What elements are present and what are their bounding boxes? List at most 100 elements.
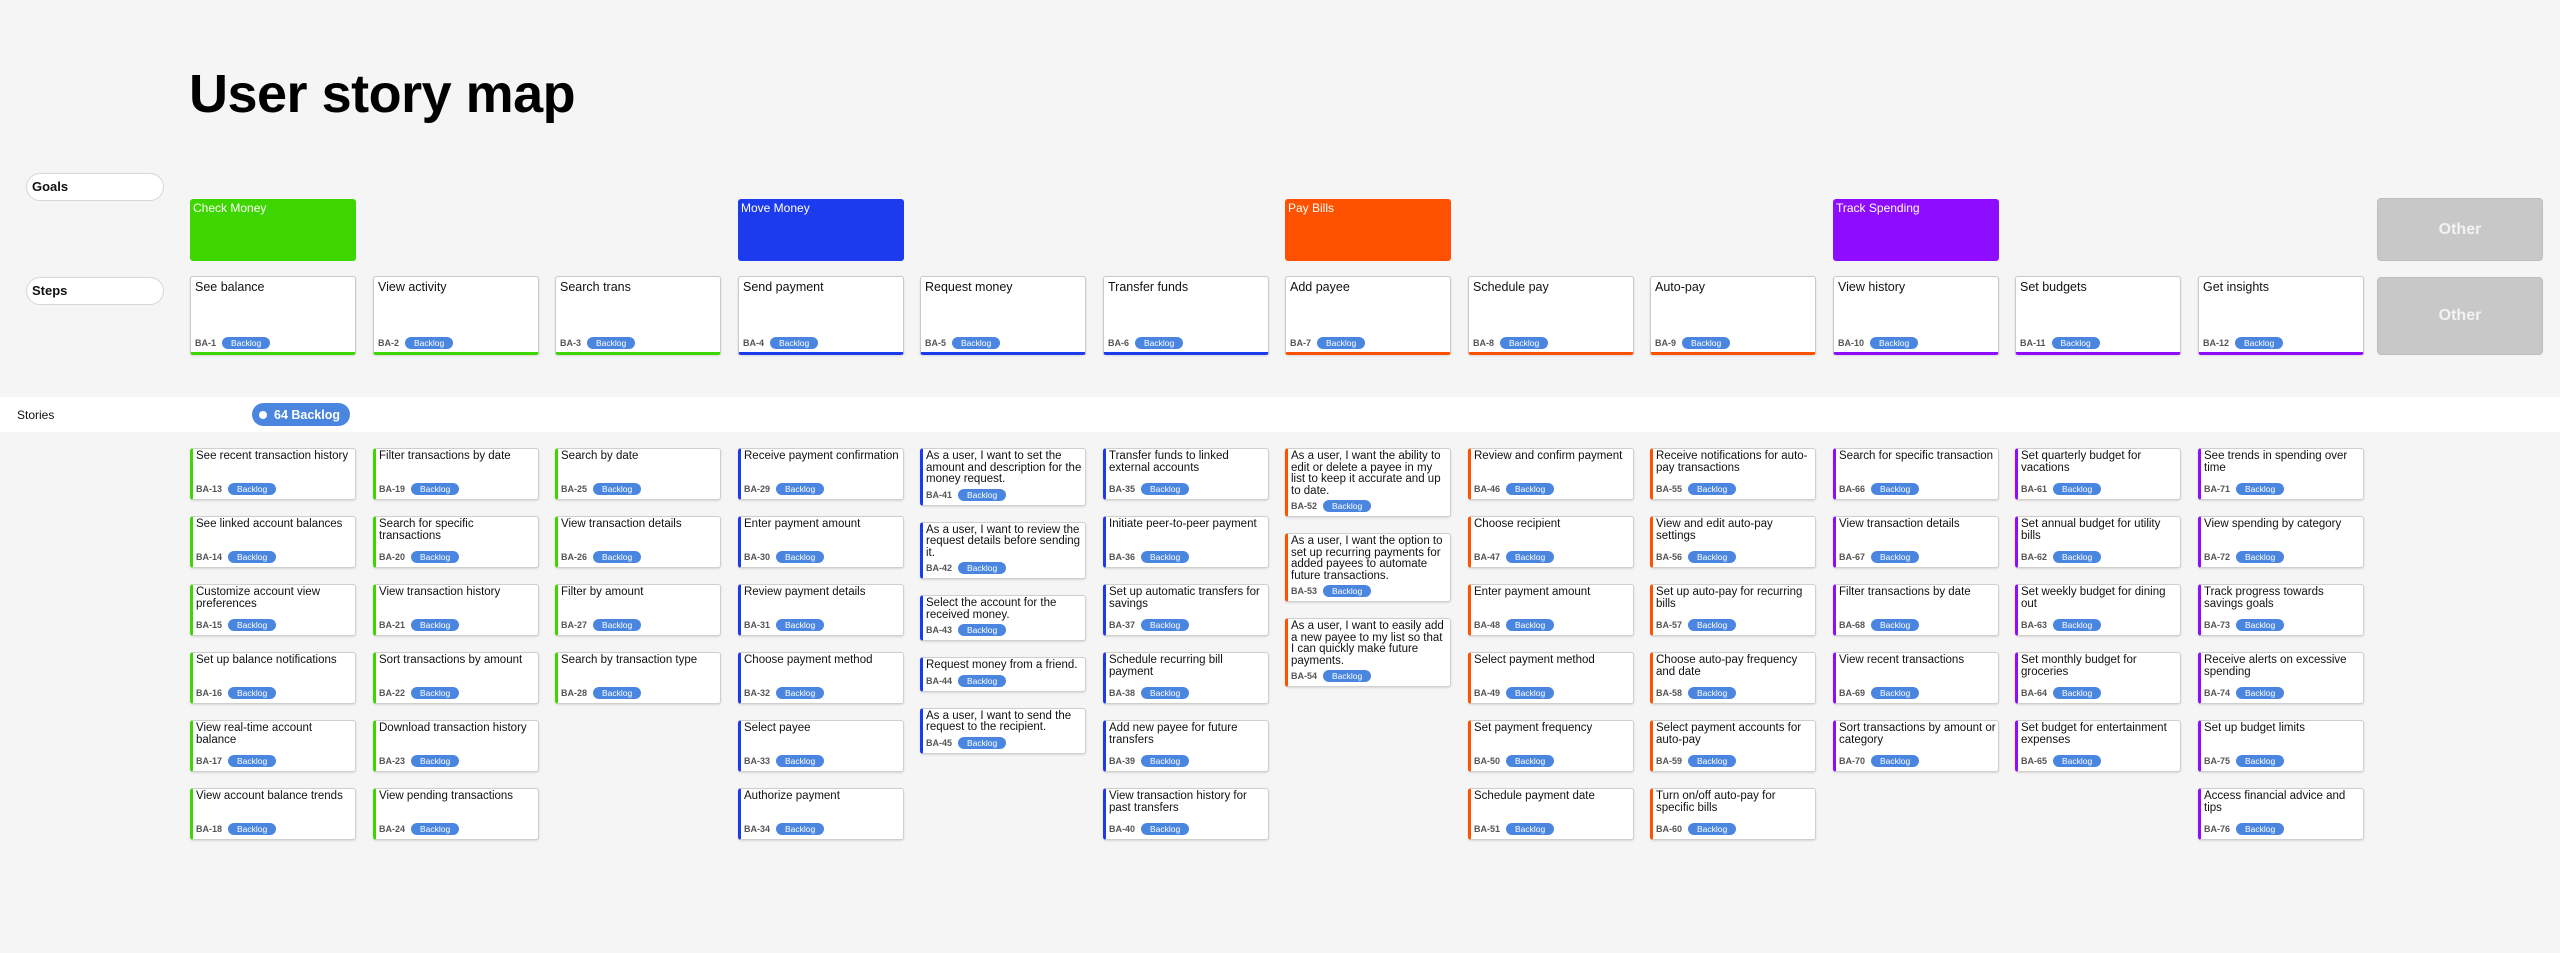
status-badge[interactable]: Backlog (1141, 687, 1190, 699)
goal-card[interactable]: Move Money (738, 199, 904, 261)
status-badge[interactable]: Backlog (411, 551, 460, 563)
story-card[interactable]: As a user, I want to easily add a new pa… (1285, 618, 1451, 687)
status-badge[interactable]: Backlog (1323, 585, 1372, 597)
story-card[interactable]: Receive notifications for auto-pay trans… (1650, 448, 1816, 500)
status-badge[interactable]: Backlog (1682, 337, 1731, 349)
story-card[interactable]: View transaction history for past transf… (1103, 788, 1269, 840)
step-card[interactable]: Add payee BA-7 Backlog (1285, 276, 1451, 355)
status-badge[interactable]: Backlog (228, 483, 277, 495)
status-badge[interactable]: Backlog (1323, 500, 1372, 512)
status-badge[interactable]: Backlog (776, 551, 825, 563)
story-card[interactable]: View real-time account balance BA-17 Backl… (190, 720, 356, 772)
status-badge[interactable]: Backlog (952, 337, 1001, 349)
story-card[interactable]: View recent transactions BA-69 Backlog (1833, 652, 1999, 704)
status-badge[interactable]: Backlog (958, 624, 1007, 636)
status-badge[interactable]: Backlog (411, 823, 460, 835)
story-card[interactable]: View transaction details BA-67 Backlog (1833, 516, 1999, 568)
status-badge[interactable]: Backlog (222, 337, 271, 349)
status-badge[interactable]: Backlog (1688, 823, 1737, 835)
status-badge[interactable]: Backlog (776, 755, 825, 767)
story-card[interactable]: Select payee BA-33 Backlog (738, 720, 904, 772)
status-badge[interactable]: Backlog (1141, 551, 1190, 563)
step-card[interactable]: See balance BA-1 Backlog (190, 276, 356, 355)
story-card[interactable]: Filter transactions by date BA-68 Backlog (1833, 584, 1999, 636)
story-card[interactable]: Request money from a friend. BA-44 Backlog (920, 657, 1086, 692)
story-card[interactable]: Sort transactions by amount BA-22 Backlog (373, 652, 539, 704)
story-card[interactable]: Add new payee for future transfers BA-39 B… (1103, 720, 1269, 772)
story-card[interactable]: Set up auto-pay for recurring bills BA-57… (1650, 584, 1816, 636)
story-card[interactable]: Set up balance notifications BA-16 Backlog (190, 652, 356, 704)
status-badge[interactable]: Backlog (2236, 823, 2285, 835)
story-card[interactable]: As a user, I want to set the amount and … (920, 448, 1086, 506)
story-card[interactable]: Choose auto-pay frequency and date BA-58 B… (1650, 652, 1816, 704)
status-badge[interactable]: Backlog (2051, 337, 2100, 349)
story-card[interactable]: Filter by amount BA-27 Backlog (555, 584, 721, 636)
step-card[interactable]: Schedule pay BA-8 Backlog (1468, 276, 1634, 355)
status-badge[interactable]: Backlog (2053, 619, 2102, 631)
story-card[interactable]: Track progress towards savings goals BA-7… (2198, 584, 2364, 636)
story-card[interactable]: Initiate peer-to-peer payment BA-36 Backlo… (1103, 516, 1269, 568)
story-card[interactable]: As a user, I want the ability to edit or… (1285, 448, 1451, 517)
goal-card[interactable]: Check Money (190, 199, 356, 261)
status-badge[interactable]: Backlog (228, 551, 277, 563)
status-badge[interactable]: Backlog (2053, 551, 2102, 563)
status-badge[interactable]: Backlog (770, 337, 819, 349)
status-badge[interactable]: Backlog (1323, 670, 1372, 682)
status-badge[interactable]: Backlog (1688, 619, 1737, 631)
story-card[interactable]: Customize account view preferences BA-15 B… (190, 584, 356, 636)
story-card[interactable]: Search by date BA-25 Backlog (555, 448, 721, 500)
status-badge[interactable]: Backlog (1141, 619, 1190, 631)
story-card[interactable]: Set up budget limits BA-75 Backlog (2198, 720, 2364, 772)
status-badge[interactable]: Backlog (2236, 619, 2285, 631)
story-card[interactable]: Schedule recurring bill payment BA-38 Back… (1103, 652, 1269, 704)
story-card[interactable]: Set up automatic transfers for savings BA… (1103, 584, 1269, 636)
story-card[interactable]: Authorize payment BA-34 Backlog (738, 788, 904, 840)
story-card[interactable]: Enter payment amount BA-30 Backlog (738, 516, 904, 568)
status-badge[interactable]: Backlog (1141, 483, 1190, 495)
status-badge[interactable]: Backlog (1317, 337, 1366, 349)
status-badge[interactable]: Backlog (2236, 755, 2285, 767)
status-badge[interactable]: Backlog (1500, 337, 1549, 349)
status-badge[interactable]: Backlog (2235, 337, 2284, 349)
status-badge[interactable]: Backlog (411, 755, 460, 767)
other-step-card[interactable]: Other (2377, 277, 2543, 355)
status-badge[interactable]: Backlog (2236, 483, 2285, 495)
status-badge[interactable]: Backlog (1688, 755, 1737, 767)
status-badge[interactable]: Backlog (1871, 687, 1920, 699)
story-card[interactable]: Turn on/off auto-pay for specific bills B… (1650, 788, 1816, 840)
status-badge[interactable]: Backlog (1506, 687, 1555, 699)
story-card[interactable]: Sort transactions by amount or category B… (1833, 720, 1999, 772)
story-card[interactable]: View and edit auto-pay settings BA-56 Back… (1650, 516, 1816, 568)
step-card[interactable]: Set budgets BA-11 Backlog (2015, 276, 2181, 355)
status-badge[interactable]: Backlog (1871, 551, 1920, 563)
story-card[interactable]: View account balance trends BA-18 Backlog (190, 788, 356, 840)
step-card[interactable]: Get insights BA-12 Backlog (2198, 276, 2364, 355)
status-badge[interactable]: Backlog (1135, 337, 1184, 349)
story-card[interactable]: View spending by category BA-72 Backlog (2198, 516, 2364, 568)
story-card[interactable]: Download transaction history BA-23 Backlog (373, 720, 539, 772)
status-badge[interactable]: Backlog (776, 619, 825, 631)
step-card[interactable]: View history BA-10 Backlog (1833, 276, 1999, 355)
story-card[interactable]: As a user, I want the option to set up r… (1285, 533, 1451, 602)
status-badge[interactable]: Backlog (1688, 483, 1737, 495)
status-badge[interactable]: Backlog (593, 551, 642, 563)
story-card[interactable]: Enter payment amount BA-48 Backlog (1468, 584, 1634, 636)
status-badge[interactable]: Backlog (1688, 687, 1737, 699)
status-badge[interactable]: Backlog (1870, 337, 1919, 349)
story-card[interactable]: Select payment accounts for auto-pay BA-5… (1650, 720, 1816, 772)
goal-card[interactable]: Track Spending (1833, 199, 1999, 261)
story-card[interactable]: View transaction history BA-21 Backlog (373, 584, 539, 636)
story-card[interactable]: Schedule payment date BA-51 Backlog (1468, 788, 1634, 840)
status-badge[interactable]: Backlog (1871, 619, 1920, 631)
story-card[interactable]: Transfer funds to linked external accoun… (1103, 448, 1269, 500)
story-card[interactable]: Select payment method BA-49 Backlog (1468, 652, 1634, 704)
status-badge[interactable]: Backlog (2236, 551, 2285, 563)
story-card[interactable]: As a user, I want to review the request … (920, 521, 1086, 579)
status-badge[interactable]: Backlog (1506, 483, 1555, 495)
status-badge[interactable]: Backlog (2053, 755, 2102, 767)
story-card[interactable]: Review payment details BA-31 Backlog (738, 584, 904, 636)
story-card[interactable]: View transaction details BA-26 Backlog (555, 516, 721, 568)
status-badge[interactable]: Backlog (1506, 755, 1555, 767)
story-card[interactable]: Search by transaction type BA-28 Backlog (555, 652, 721, 704)
status-badge[interactable]: Backlog (776, 687, 825, 699)
